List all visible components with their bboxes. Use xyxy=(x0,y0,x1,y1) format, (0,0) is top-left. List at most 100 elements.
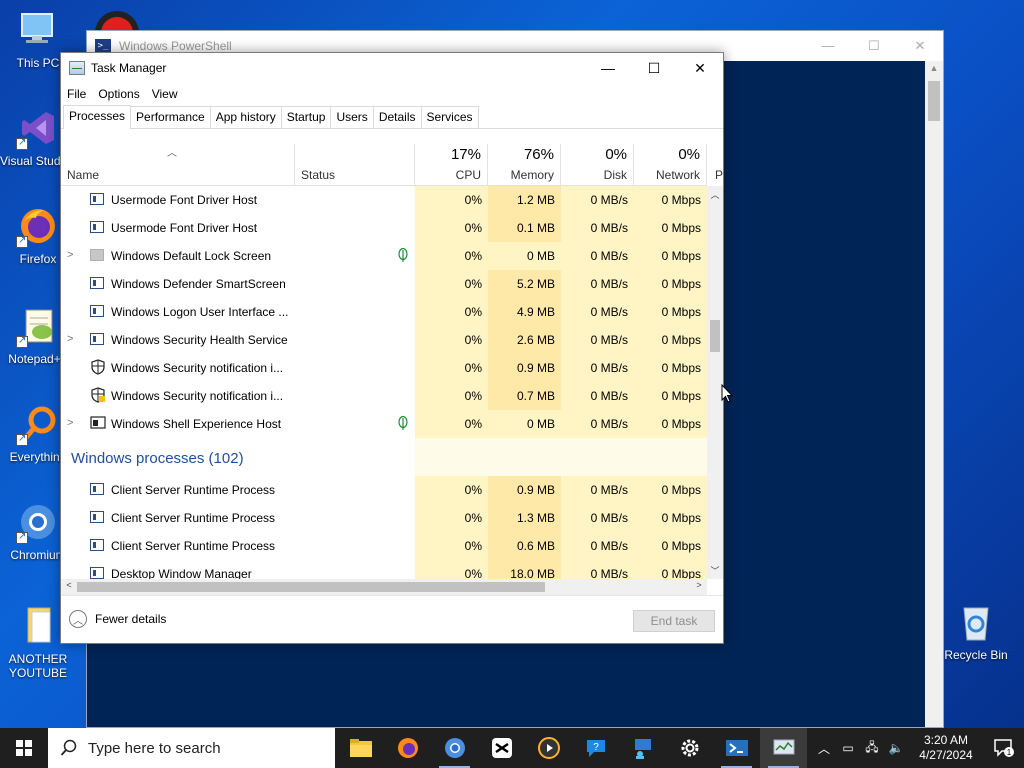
group-header-windows-processes[interactable]: Windows processes (102) xyxy=(61,438,707,476)
desktop-icon-recycle-bin[interactable]: Recycle Bin xyxy=(938,600,1014,662)
disk-total: 0% xyxy=(605,146,627,163)
start-button[interactable] xyxy=(0,728,48,768)
tab-processes[interactable]: Processes xyxy=(63,105,132,129)
taskbar-help[interactable]: ? xyxy=(572,728,619,768)
scroll-up-icon[interactable]: ▲ xyxy=(925,63,943,73)
vertical-scrollbar[interactable]: ︿ ﹀ xyxy=(707,186,723,579)
menu-options[interactable]: Options xyxy=(98,87,145,101)
powershell-icon xyxy=(725,740,748,756)
taskbar-media-player[interactable] xyxy=(525,728,572,768)
everything-search-icon xyxy=(16,402,60,446)
scroll-down-icon[interactable]: ﹀ xyxy=(707,564,723,577)
file-explorer-icon xyxy=(349,739,372,757)
table-row[interactable]: > Windows Shell Experience Host 0% 0 MB … xyxy=(61,410,707,438)
table-row[interactable]: Windows Security notification i... 0% 0.… xyxy=(61,354,707,382)
notification-icon: 1 xyxy=(994,739,1014,757)
shield-icon xyxy=(91,359,105,375)
table-row[interactable]: Desktop Window Manager 0% 18.0 MB 0 MB/s… xyxy=(61,560,707,579)
scroll-right-icon[interactable]: > xyxy=(691,580,707,590)
maximize-button[interactable]: ☐ xyxy=(631,53,677,83)
chevron-up-icon: ︿ xyxy=(69,610,87,628)
network-icon[interactable]: 🖧 xyxy=(860,738,884,759)
taskbar-file-explorer[interactable] xyxy=(337,728,384,768)
menu-bar: File Options View xyxy=(61,83,723,105)
cpu-total: 17% xyxy=(450,146,481,163)
scroll-up-icon[interactable]: ︿ xyxy=(707,188,723,201)
chevron-right-icon[interactable]: > xyxy=(67,417,77,429)
column-header-name[interactable]: Name xyxy=(61,144,295,186)
table-row[interactable]: Client Server Runtime Process 0% 0.9 MB … xyxy=(61,476,707,504)
desktop-icon-label: ANOTHER YOUTUBE xyxy=(8,652,68,680)
chromium-icon xyxy=(16,500,60,544)
app-window-icon xyxy=(90,511,104,523)
chevron-up-icon[interactable]: ︿ xyxy=(812,740,836,757)
clock[interactable]: 3:20 AM 4/27/2024 xyxy=(908,733,984,763)
tab-details[interactable]: Details xyxy=(372,106,422,128)
powershell-minimize-button[interactable]: — xyxy=(805,38,851,54)
taskbar-chromium[interactable] xyxy=(431,728,478,768)
powershell-maximize-button[interactable]: ☐ xyxy=(851,38,897,54)
taskbar-firefox[interactable] xyxy=(384,728,431,768)
chromium-icon xyxy=(444,738,465,758)
table-row[interactable]: > Windows Security Health Service 0% 2.6… xyxy=(61,326,707,354)
tab-startup[interactable]: Startup xyxy=(280,106,332,128)
volume-muted-icon[interactable]: 🔈 xyxy=(884,741,908,755)
table-row[interactable]: Client Server Runtime Process 0% 1.3 MB … xyxy=(61,504,707,532)
suspended-leaf-icon xyxy=(398,248,408,262)
taskbar-remote-desktop[interactable] xyxy=(619,728,666,768)
table-row[interactable]: Windows Security notification i... 0% 0.… xyxy=(61,382,707,410)
menu-view[interactable]: View xyxy=(152,87,184,101)
column-header-status[interactable]: Status xyxy=(295,144,415,186)
fewer-details-button[interactable]: ︿ Fewer details xyxy=(69,610,166,628)
action-center-button[interactable]: 1 xyxy=(984,728,1024,768)
table-row[interactable]: Client Server Runtime Process 0% 0.6 MB … xyxy=(61,532,707,560)
column-header-memory[interactable]: 76% Memory xyxy=(488,144,561,186)
app-window-icon xyxy=(90,305,104,317)
chevron-right-icon[interactable]: > xyxy=(67,333,77,345)
tab-app-history[interactable]: App history xyxy=(209,106,282,128)
recycle-bin-label: Recycle Bin xyxy=(944,648,1008,662)
close-button[interactable]: ✕ xyxy=(677,53,723,83)
media-player-icon xyxy=(537,737,560,759)
task-manager-window[interactable]: Task Manager — ☐ ✕ File Options View Pro… xyxy=(60,52,724,644)
taskbar-settings[interactable] xyxy=(666,728,713,768)
memory-total: 76% xyxy=(523,146,554,163)
app-window-icon xyxy=(90,277,104,289)
scroll-thumb[interactable] xyxy=(77,582,545,592)
minimize-button[interactable]: — xyxy=(585,53,631,83)
scroll-left-icon[interactable]: < xyxy=(61,580,77,590)
app-window-icon xyxy=(90,221,104,233)
process-list[interactable]: Usermode Font Driver Host 0% 1.2 MB 0 MB… xyxy=(61,186,707,579)
help-icon: ? xyxy=(586,740,605,757)
scroll-thumb[interactable] xyxy=(710,320,720,352)
taskbar-powershell[interactable] xyxy=(713,728,760,768)
app-window-icon xyxy=(90,539,104,551)
column-header-network[interactable]: 0% Network xyxy=(634,144,707,186)
table-row[interactable]: > Windows Default Lock Screen 0% 0 MB 0 … xyxy=(61,242,707,270)
column-header-power[interactable]: P xyxy=(709,144,723,186)
tab-services[interactable]: Services xyxy=(420,106,479,128)
taskbar-task-manager[interactable] xyxy=(760,728,807,768)
table-row[interactable]: Usermode Font Driver Host 0% 0.1 MB 0 MB… xyxy=(61,214,707,242)
scroll-thumb[interactable] xyxy=(928,81,940,121)
lock-screen-icon xyxy=(90,249,104,261)
taskbar-search-box[interactable]: Type here to search xyxy=(48,728,335,768)
task-manager-titlebar[interactable]: Task Manager — ☐ ✕ xyxy=(61,53,723,83)
table-row[interactable]: Usermode Font Driver Host 0% 1.2 MB 0 MB… xyxy=(61,186,707,214)
visual-studio-icon xyxy=(16,106,60,150)
powershell-close-button[interactable]: ✕ xyxy=(897,38,943,54)
column-header-cpu[interactable]: 17% CPU xyxy=(415,144,488,186)
table-row[interactable]: Windows Defender SmartScreen 0% 5.2 MB 0… xyxy=(61,270,707,298)
window-title: Task Manager xyxy=(91,61,167,75)
table-row[interactable]: Windows Logon User Interface ... 0% 4.9 … xyxy=(61,298,707,326)
powershell-title: Windows PowerShell xyxy=(119,39,232,53)
tab-users[interactable]: Users xyxy=(330,106,374,128)
taskbar-capcut[interactable] xyxy=(478,728,525,768)
tab-performance[interactable]: Performance xyxy=(130,106,211,128)
chevron-right-icon[interactable]: > xyxy=(67,249,77,261)
horizontal-scrollbar[interactable]: < > xyxy=(61,579,707,595)
menu-file[interactable]: File xyxy=(67,87,92,101)
end-task-button[interactable]: End task xyxy=(633,610,715,632)
column-header-disk[interactable]: 0% Disk xyxy=(561,144,634,186)
keyboard-icon[interactable]: ▭ xyxy=(836,741,860,755)
